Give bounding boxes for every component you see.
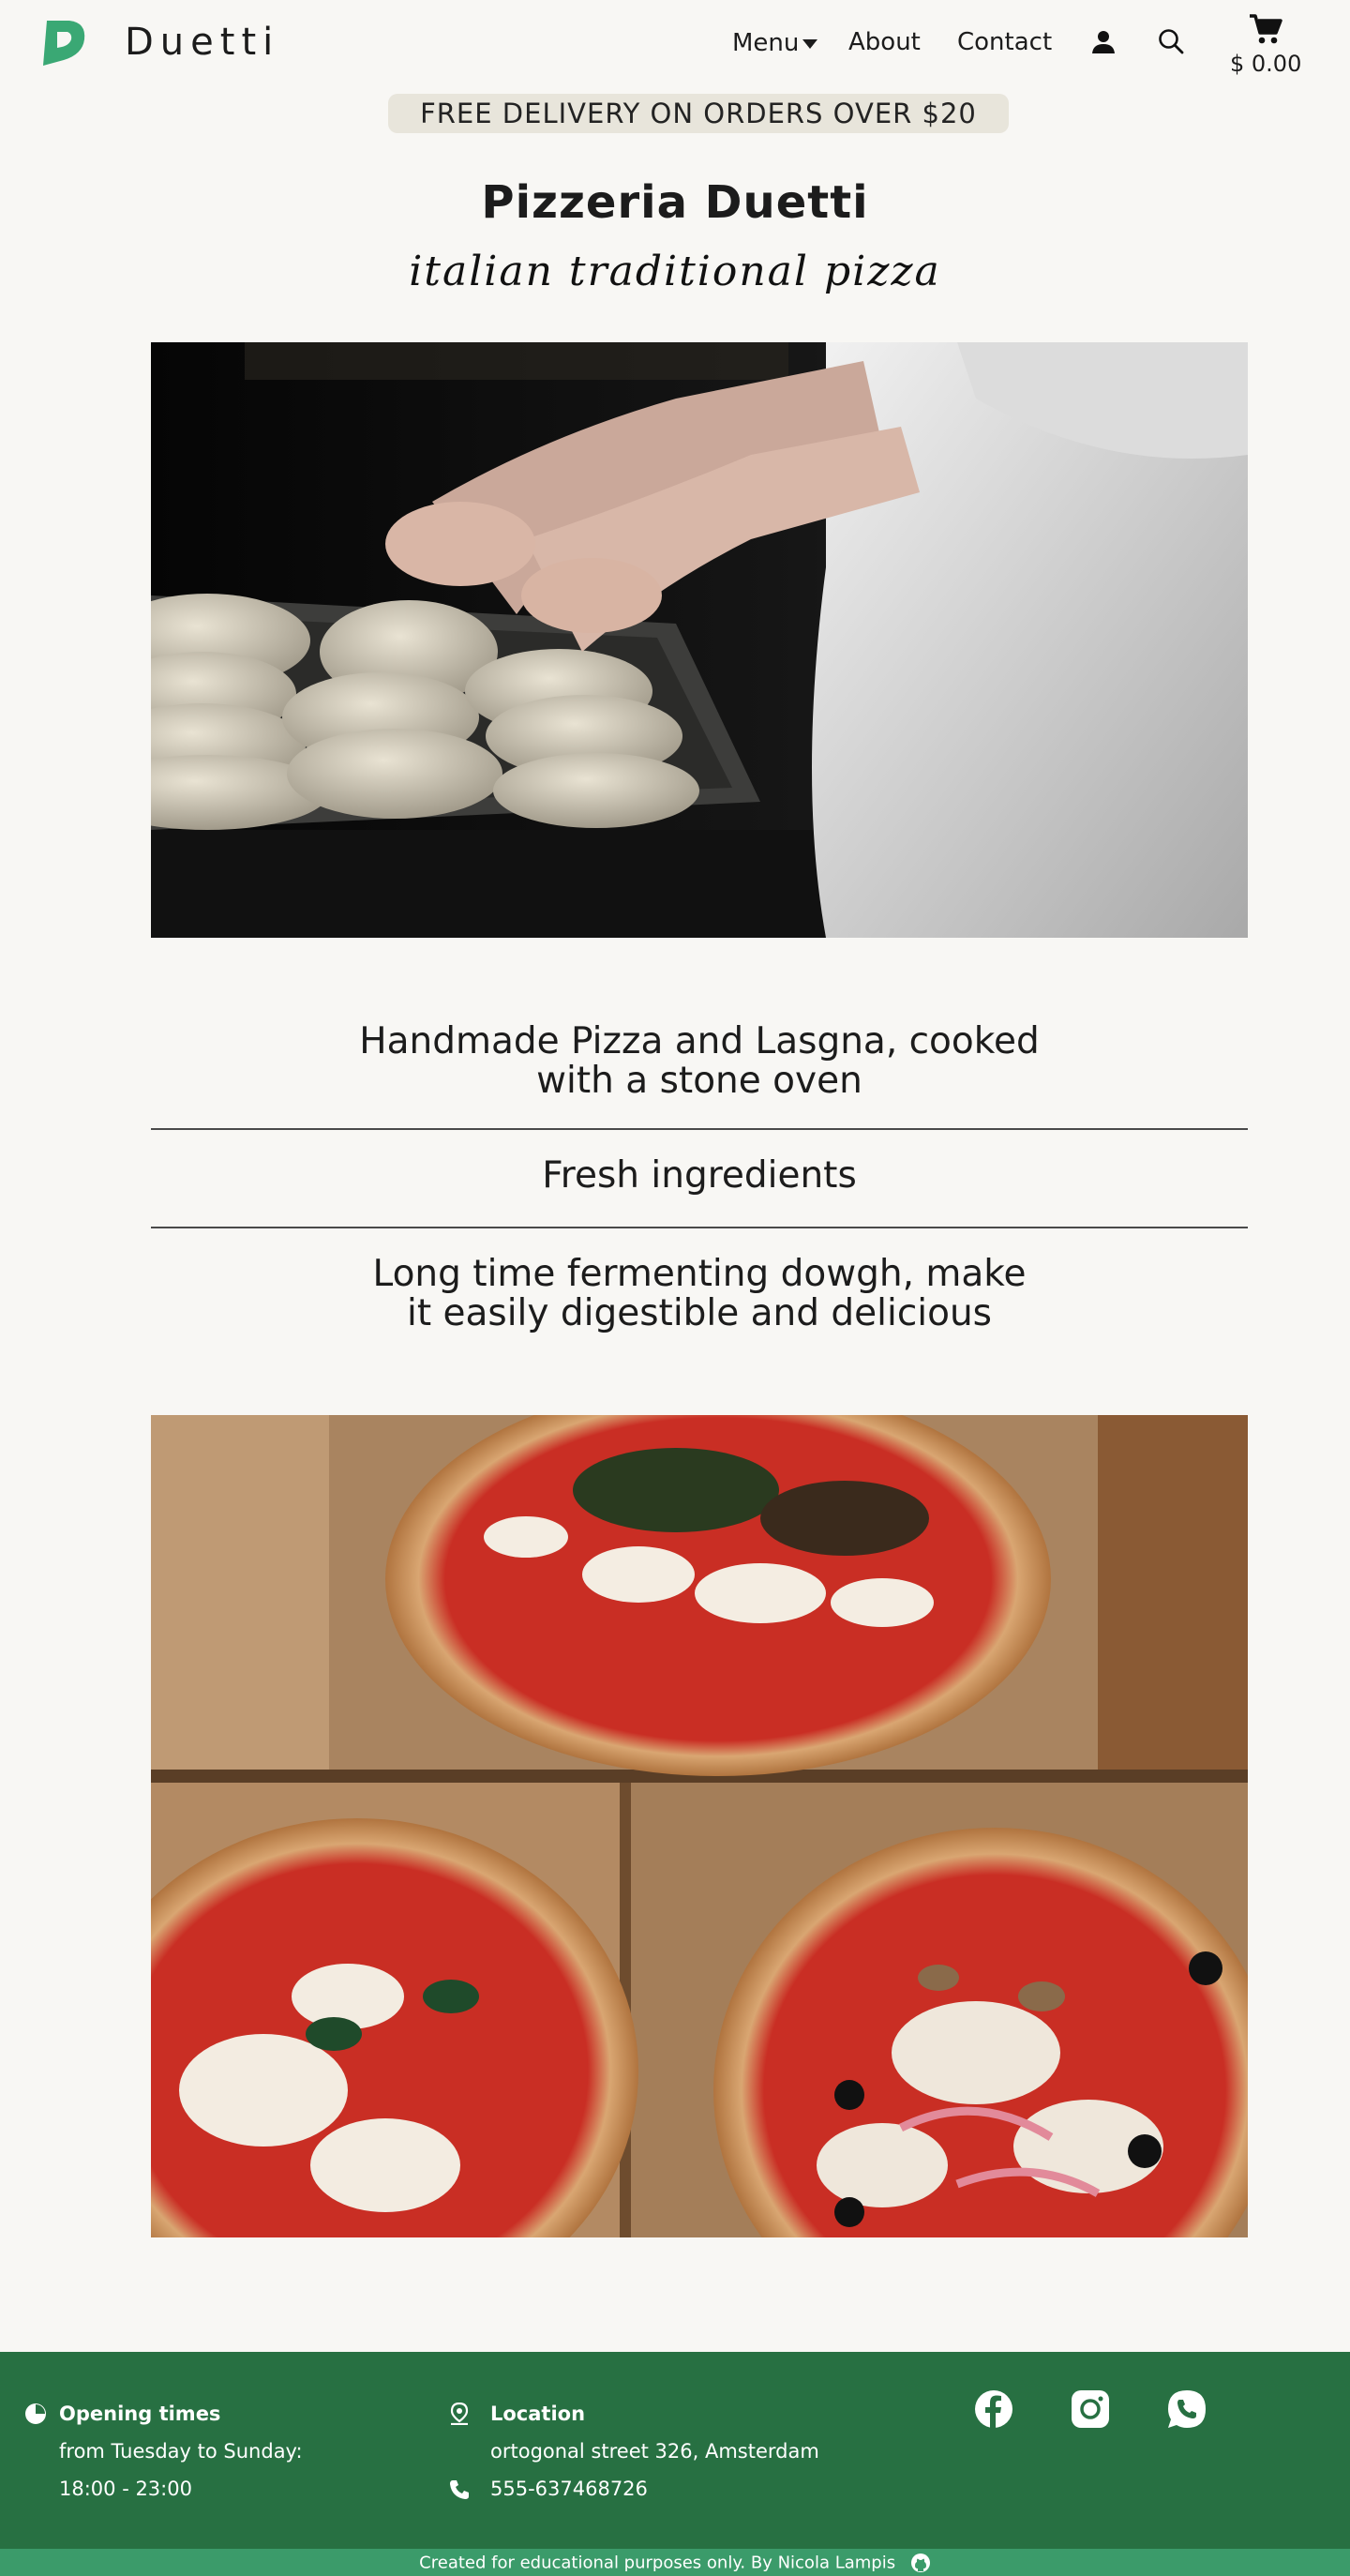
location: Location ortogonal street 326, Amsterdam… (448, 2395, 819, 2508)
search-icon[interactable] (1157, 27, 1185, 55)
instagram-icon[interactable] (1069, 2388, 1112, 2431)
address: ortogonal street 326, Amsterdam (490, 2440, 819, 2463)
location-pin-icon (450, 2403, 469, 2425)
hero-image (151, 342, 1248, 938)
facebook-icon[interactable] (972, 2388, 1015, 2431)
caret-down-icon (802, 39, 818, 49)
divider (151, 1227, 1248, 1228)
credit-text: Created for educational purposes only. B… (419, 2553, 896, 2573)
divider (151, 1128, 1248, 1130)
opening-times: Opening times from Tuesday to Sunday: 18… (24, 2395, 303, 2508)
tagline: italian traditional pizza (409, 248, 941, 295)
phone-number[interactable]: 555-637468726 (490, 2470, 819, 2508)
nav-menu-label: Menu (732, 29, 800, 57)
logo-icon[interactable] (41, 19, 88, 68)
brand-name[interactable]: Duetti (125, 21, 279, 64)
page-title: Pizzeria Duetti (481, 176, 869, 229)
promo-banner: FREE DELIVERY ON ORDERS OVER $20 (388, 94, 1009, 133)
phone-icon (450, 2480, 469, 2499)
hours-days: from Tuesday to Sunday: (59, 2440, 303, 2463)
site-header: Duetti Menu About Contact $ 0.00 (0, 0, 1350, 84)
github-icon[interactable] (910, 2553, 931, 2573)
cart-button[interactable]: $ 0.00 (1224, 13, 1309, 79)
whatsapp-icon[interactable] (1165, 2388, 1208, 2431)
feature-item: Fresh ingredients (542, 1154, 857, 1197)
feature-item: Long time fermenting dowgh, make it easi… (372, 1253, 1027, 1334)
nav-contact[interactable]: Contact (957, 28, 1052, 58)
nav-menu[interactable]: Menu (732, 28, 818, 58)
hours-heading: Opening times (59, 2403, 221, 2425)
feature-item: Handmade Pizza and Lasgna, cooked with a… (359, 1020, 1040, 1102)
user-icon[interactable] (1089, 27, 1118, 55)
hours-time: 18:00 - 23:00 (59, 2478, 192, 2500)
pizza-boxes-image (151, 1415, 1248, 2237)
cart-icon (1250, 14, 1282, 44)
clock-icon (25, 2403, 46, 2424)
site-footer: Opening times from Tuesday to Sunday: 18… (0, 2352, 1350, 2549)
baker-dough-photo (151, 342, 1248, 938)
cart-total: $ 0.00 (1230, 51, 1302, 77)
nav-about[interactable]: About (848, 28, 921, 58)
pizza-boxes-photo (151, 1415, 1248, 2237)
credit-bar: Created for educational purposes only. B… (0, 2549, 1350, 2576)
location-heading: Location (490, 2403, 586, 2425)
